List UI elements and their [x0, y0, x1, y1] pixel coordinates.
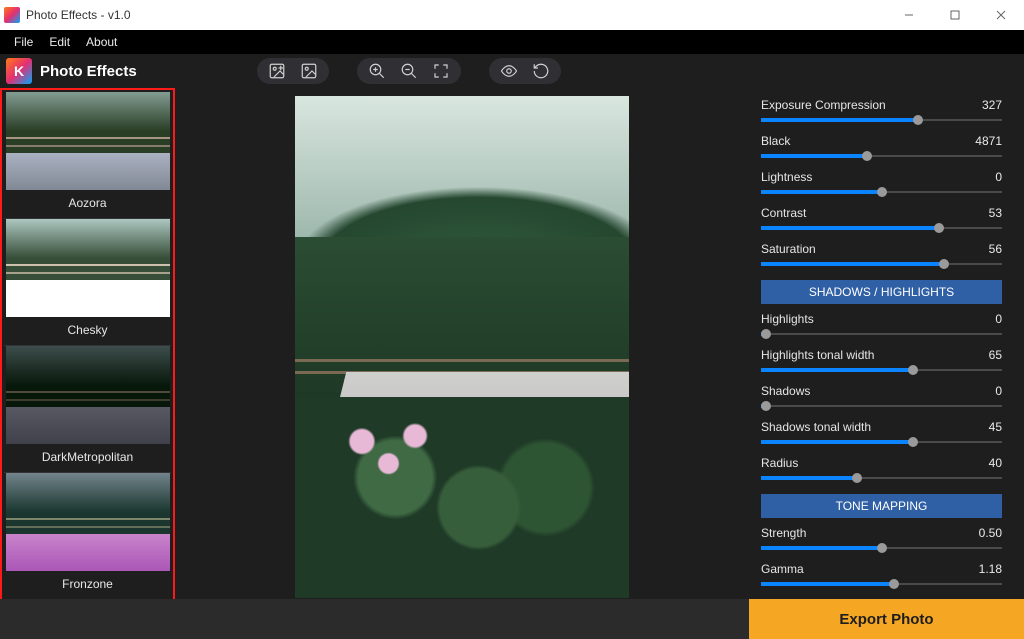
slider-exposure-compression[interactable] [761, 112, 1002, 126]
export-photo-button[interactable]: Export Photo [749, 599, 1024, 639]
preset-chesky[interactable]: Chesky [4, 219, 171, 346]
preset-label: DarkMetropolitan [4, 444, 171, 473]
export-photo-label: Export Photo [839, 611, 933, 628]
control-label: Strength [761, 526, 806, 540]
control-value: 0 [968, 384, 1002, 398]
control-strength: Strength 0.50 [761, 526, 1002, 554]
zoom-in-button[interactable] [361, 58, 393, 84]
control-value: 1.18 [968, 562, 1002, 576]
preset-darkmetropolitan[interactable]: DarkMetropolitan [4, 346, 171, 473]
control-value: 327 [968, 98, 1002, 112]
control-label: Exposure Compression [761, 98, 886, 112]
brand-logo [6, 58, 32, 84]
app-icon [4, 7, 20, 23]
preset-aozora[interactable]: Aozora [4, 92, 171, 219]
control-highlights: Highlights 0 [761, 312, 1002, 340]
zoom-tool-group [357, 58, 461, 84]
slider-black[interactable] [761, 148, 1002, 162]
canvas-area [175, 88, 749, 639]
control-value: 0.50 [968, 526, 1002, 540]
preset-thumb [6, 473, 170, 571]
control-lightness: Lightness 0 [761, 170, 1002, 198]
window-titlebar: Photo Effects - v1.0 [0, 0, 1024, 30]
control-value: 45 [968, 420, 1002, 434]
slider-shadows-tonal-width[interactable] [761, 434, 1002, 448]
slider-highlights[interactable] [761, 326, 1002, 340]
window-close-button[interactable] [978, 0, 1024, 30]
section-header-tone-mapping: TONE MAPPING [761, 494, 1002, 518]
control-shadows-tonal-width: Shadows tonal width 45 [761, 420, 1002, 448]
import-image-button[interactable] [261, 58, 293, 84]
control-saturation: Saturation 56 [761, 242, 1002, 270]
image-button[interactable] [293, 58, 325, 84]
control-label: Highlights [761, 312, 814, 326]
control-label: Black [761, 134, 790, 148]
control-value: 4871 [968, 134, 1002, 148]
window-title: Photo Effects - v1.0 [26, 8, 131, 22]
preset-label: Fronzone [4, 571, 171, 600]
view-tool-group [489, 58, 561, 84]
slider-lightness[interactable] [761, 184, 1002, 198]
preset-thumb [6, 92, 170, 190]
menu-about[interactable]: About [78, 32, 125, 52]
slider-highlights-tonal-width[interactable] [761, 362, 1002, 376]
control-label: Radius [761, 456, 798, 470]
menu-edit[interactable]: Edit [41, 32, 78, 52]
window-maximize-button[interactable] [932, 0, 978, 30]
control-label: Shadows tonal width [761, 420, 871, 434]
preset-label: Aozora [4, 190, 171, 219]
control-value: 0 [968, 170, 1002, 184]
zoom-out-button[interactable] [393, 58, 425, 84]
control-black: Black 4871 [761, 134, 1002, 162]
preset-thumb [6, 346, 170, 444]
control-label: Highlights tonal width [761, 348, 874, 362]
control-contrast: Contrast 53 [761, 206, 1002, 234]
brand-text: Photo Effects [40, 63, 137, 80]
control-shadows: Shadows 0 [761, 384, 1002, 412]
control-label: Lightness [761, 170, 812, 184]
file-tool-group [257, 58, 329, 84]
menu-file[interactable]: File [6, 32, 41, 52]
control-label: Saturation [761, 242, 816, 256]
slider-shadows[interactable] [761, 398, 1002, 412]
preset-thumb [6, 219, 170, 317]
section-header-shadows-highlights: SHADOWS / HIGHLIGHTS [761, 280, 1002, 304]
control-radius: Radius 40 [761, 456, 1002, 484]
toolbar: Photo Effects [0, 54, 1024, 88]
control-value: 0 [968, 312, 1002, 326]
control-value: 56 [968, 242, 1002, 256]
control-exposure-compression: Exposure Compression 327 [761, 98, 1002, 126]
control-label: Contrast [761, 206, 806, 220]
window-minimize-button[interactable] [886, 0, 932, 30]
control-label: Shadows [761, 384, 810, 398]
slider-contrast[interactable] [761, 220, 1002, 234]
slider-radius[interactable] [761, 470, 1002, 484]
reset-button[interactable] [525, 58, 557, 84]
main-image-canvas[interactable] [295, 96, 629, 598]
slider-gamma[interactable] [761, 576, 1002, 590]
control-highlights-tonal-width: Highlights tonal width 65 [761, 348, 1002, 376]
control-value: 65 [968, 348, 1002, 362]
control-gamma: Gamma 1.18 [761, 562, 1002, 590]
slider-strength[interactable] [761, 540, 1002, 554]
control-value: 40 [968, 456, 1002, 470]
preset-label: Chesky [4, 317, 171, 346]
fit-screen-button[interactable] [425, 58, 457, 84]
adjustments-panel: Exposure Compression 327 Black 4871 Lightnes… [749, 88, 1024, 639]
preset-sidebar: Aozora Chesky DarkMetropolitan Fronzone [0, 88, 175, 639]
preset-fronzone[interactable]: Fronzone [4, 473, 171, 600]
slider-saturation[interactable] [761, 256, 1002, 270]
preview-toggle-button[interactable] [493, 58, 525, 84]
control-label: Gamma [761, 562, 804, 576]
menubar: File Edit About [0, 30, 1024, 54]
control-value: 53 [968, 206, 1002, 220]
